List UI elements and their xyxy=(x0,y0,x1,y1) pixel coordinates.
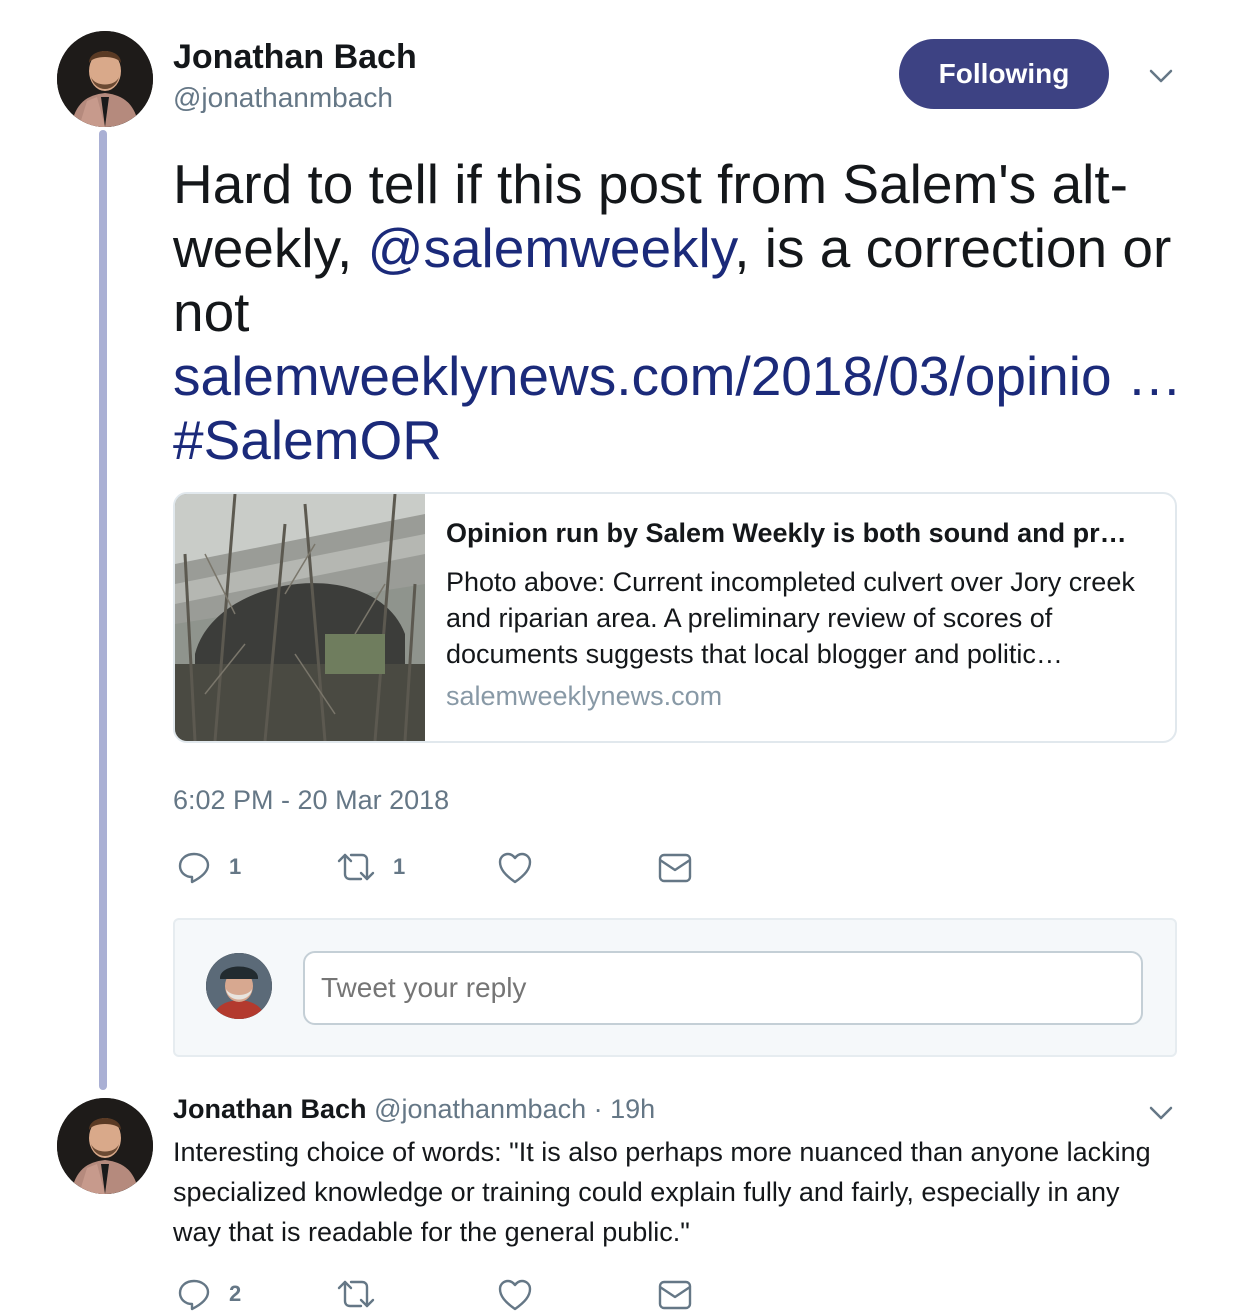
reply-reply-button[interactable]: 2 xyxy=(177,1277,241,1311)
hashtag-link[interactable]: #SalemOR xyxy=(173,409,442,471)
reply-icon xyxy=(177,850,211,884)
reply-retweet-button[interactable] xyxy=(337,1277,375,1311)
card-thumbnail xyxy=(175,494,425,741)
card-title: Opinion run by Salem Weekly is both soun… xyxy=(446,518,1127,548)
reply-text: Interesting choice of words: "It is also… xyxy=(173,1137,1151,1247)
message-icon xyxy=(658,1280,692,1310)
like-icon xyxy=(497,851,533,885)
link-card[interactable]: Opinion run by Salem Weekly is both soun… xyxy=(173,492,1177,743)
chevron-down-icon[interactable] xyxy=(1147,1099,1175,1127)
reply-separator: · xyxy=(593,1094,603,1124)
following-button[interactable]: Following xyxy=(899,39,1109,109)
retweet-icon xyxy=(337,1277,375,1311)
tweet-text: Hard to tell if this post from Salem's a… xyxy=(173,152,1203,472)
message-icon xyxy=(658,853,692,883)
like-button[interactable] xyxy=(497,851,533,885)
reply-author-name[interactable]: Jonathan Bach xyxy=(173,1094,367,1124)
reply-input[interactable] xyxy=(303,951,1143,1025)
article-link[interactable]: salemweeklynews.com/2018/03/opinio … xyxy=(173,345,1182,407)
retweet-count: 1 xyxy=(393,854,406,879)
card-domain: salemweeklynews.com xyxy=(446,681,723,711)
current-user-avatar[interactable] xyxy=(206,953,272,1019)
reply-time[interactable]: 19h xyxy=(610,1094,655,1124)
reply-message-button[interactable] xyxy=(658,1280,692,1310)
reply-author-handle[interactable]: @jonathanmbach xyxy=(374,1094,586,1124)
tweet-timestamp[interactable]: 6:02 PM - 20 Mar 2018 xyxy=(173,785,449,816)
mention-link[interactable]: @salemweekly xyxy=(368,217,735,279)
card-description: Photo above: Current incompleted culvert… xyxy=(446,567,1135,669)
message-button[interactable] xyxy=(658,853,692,883)
author-avatar[interactable] xyxy=(57,31,153,127)
reply-header: Jonathan Bach @jonathanmbach · 19h xyxy=(173,1094,655,1125)
reply-button[interactable]: 1 xyxy=(177,850,241,884)
reply-reply-count: 2 xyxy=(229,1281,242,1306)
reply-icon xyxy=(177,1277,211,1311)
retweet-icon xyxy=(337,850,375,884)
thread-line xyxy=(99,130,107,1090)
retweet-button[interactable]: 1 xyxy=(337,850,405,884)
author-name[interactable]: Jonathan Bach xyxy=(173,38,417,77)
reply-count: 1 xyxy=(229,854,242,879)
chevron-down-icon[interactable] xyxy=(1147,62,1175,90)
reply-like-button[interactable] xyxy=(497,1278,533,1312)
like-icon xyxy=(497,1278,533,1312)
reply-author-avatar[interactable] xyxy=(57,1098,153,1194)
author-handle[interactable]: @jonathanmbach xyxy=(173,82,393,114)
